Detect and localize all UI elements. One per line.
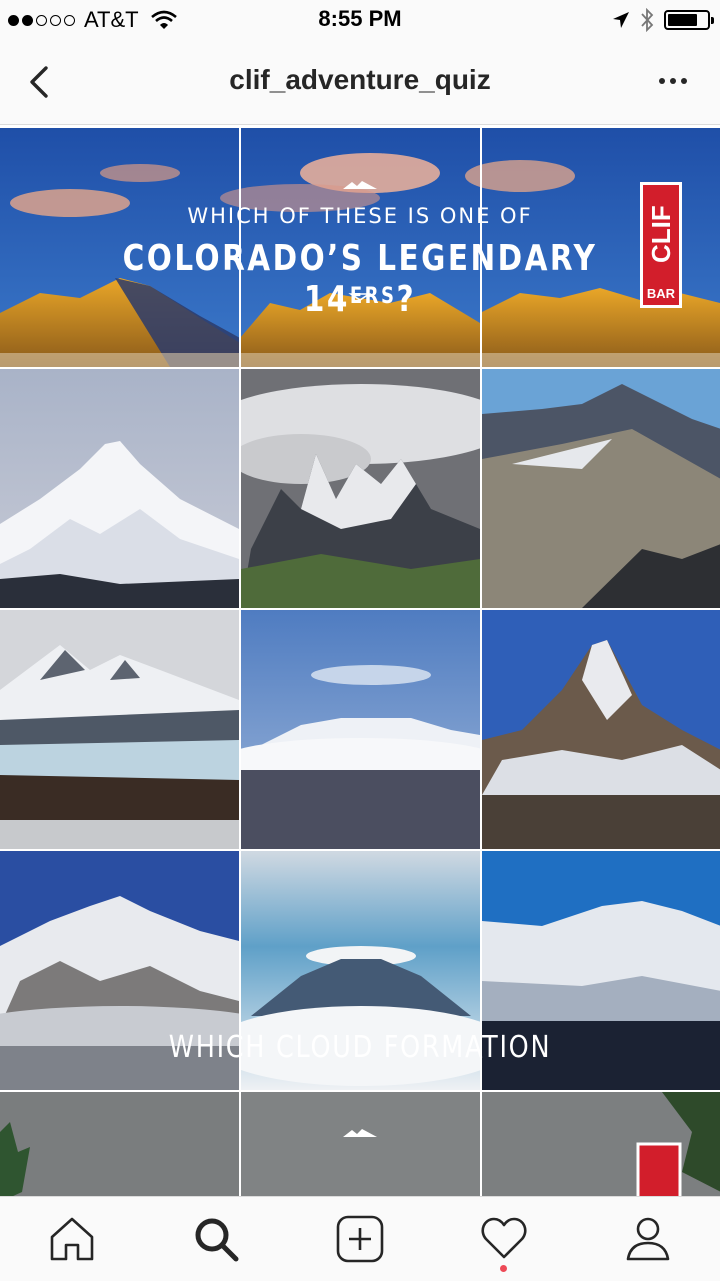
storm-sky-image <box>482 1092 720 1196</box>
search-icon[interactable] <box>190 1213 242 1265</box>
status-bar: AT&T 8:55 PM <box>0 0 720 40</box>
storm-sky-image <box>0 1092 239 1196</box>
kilimanjaro-clouds-image <box>241 610 480 849</box>
banner-question-end: ? <box>396 279 417 320</box>
post-thumbnail[interactable] <box>241 610 480 849</box>
battery-icon <box>664 10 714 30</box>
activity-heart-icon[interactable] <box>478 1213 530 1265</box>
profile-header: clif_adventure_quiz <box>0 40 720 125</box>
post-thumbnail[interactable] <box>482 1092 720 1196</box>
mountain-logo-icon <box>343 1129 377 1137</box>
home-icon[interactable] <box>46 1213 98 1265</box>
partial-post-question: WHICH CLOUD FORMATION <box>168 1030 552 1065</box>
post-thumbnail[interactable] <box>0 1092 239 1196</box>
glacier-mountain-image <box>0 610 239 849</box>
matterhorn-image <box>482 610 720 849</box>
bottom-tab-bar <box>0 1196 720 1281</box>
rocky-ridge-image <box>482 369 720 608</box>
down-caret-icon <box>348 293 372 301</box>
snow-peak-image <box>0 369 239 608</box>
post-thumbnail[interactable] <box>241 1092 480 1196</box>
profile-icon[interactable] <box>622 1213 674 1265</box>
post-thumbnail[interactable] <box>0 369 239 608</box>
ellipsis-icon[interactable] <box>656 64 690 98</box>
add-post-icon[interactable] <box>334 1213 386 1265</box>
cloudy-peaks-image <box>241 369 480 608</box>
notification-dot <box>500 1265 507 1272</box>
clif-bar-logo: CLIF BAR <box>640 182 682 308</box>
page-title: clif_adventure_quiz <box>229 64 491 95</box>
post-thumbnail[interactable] <box>241 369 480 608</box>
storm-sky-image <box>241 1092 480 1196</box>
logo-sub: BAR <box>646 286 676 301</box>
banner-question-line2: COLORADO’S LEGENDARY 14ERS? <box>65 238 655 320</box>
post-thumbnail[interactable] <box>482 610 720 849</box>
mountain-logo-icon <box>343 181 377 189</box>
post-thumbnail[interactable] <box>482 369 720 608</box>
post-thumbnail[interactable] <box>0 610 239 849</box>
location-arrow-icon <box>613 12 629 28</box>
logo-word: CLIF <box>646 205 676 263</box>
bluetooth-icon <box>641 8 654 32</box>
quiz-banner-post[interactable]: WHICH OF THESE IS ONE OF COLORADO’S LEGE… <box>0 128 720 367</box>
banner-question-line1: WHICH OF THESE IS ONE OF <box>187 204 533 228</box>
